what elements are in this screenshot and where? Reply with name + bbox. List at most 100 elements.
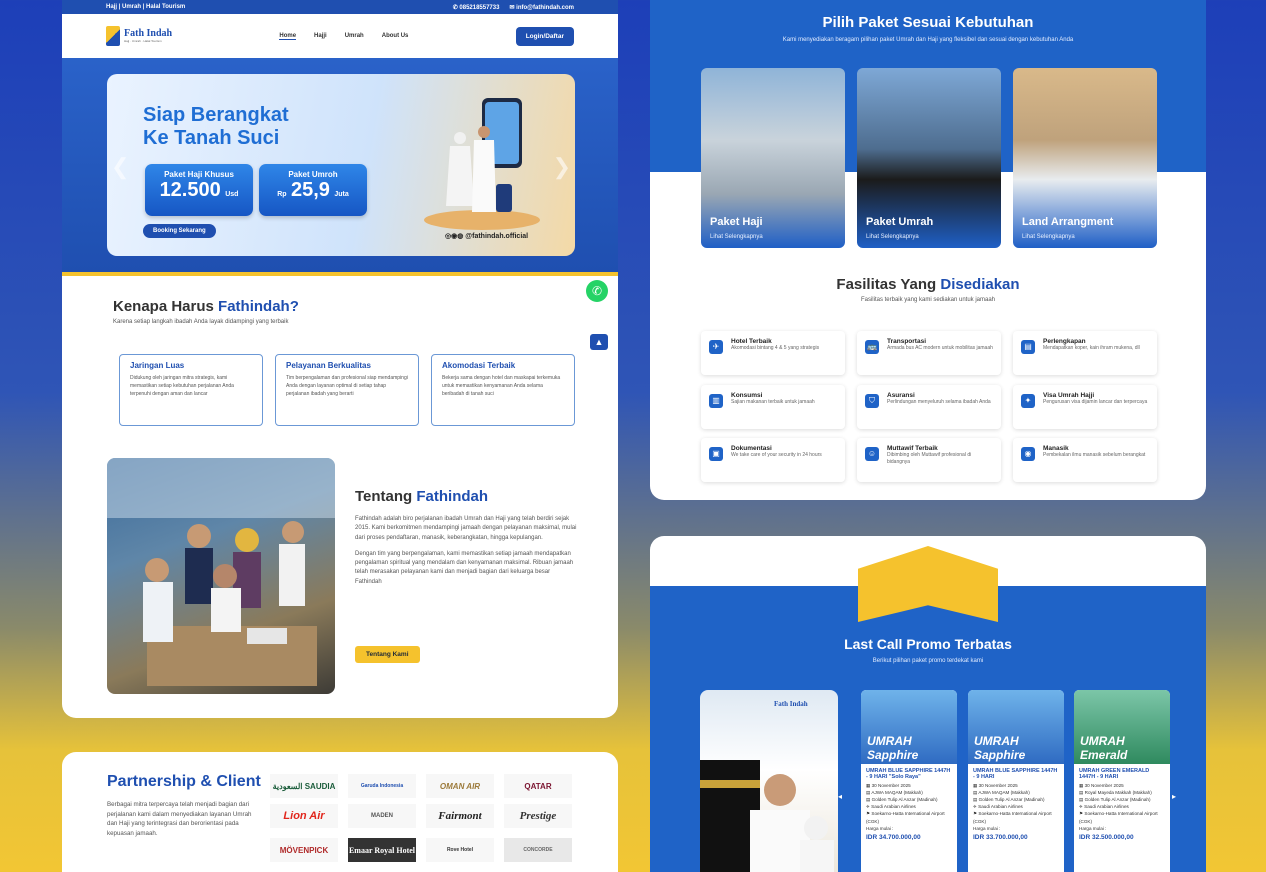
why-card: Akomodasi Terbaik Bekerja sama dengan ho… bbox=[431, 354, 575, 426]
umroh-package-value: 25,9 bbox=[291, 179, 330, 201]
pilgrims-illustration bbox=[424, 98, 540, 230]
haji-package-value: 12.500 bbox=[159, 179, 221, 201]
haji-package-title: Paket Haji Khusus bbox=[164, 170, 234, 179]
brand-tagline: Hajj · Umrah · Halal Tourism bbox=[124, 39, 162, 43]
luggage-icon: ▤ bbox=[1021, 340, 1035, 354]
topbar-email[interactable]: ✉ info@fathindah.com bbox=[509, 4, 574, 11]
shield-icon: ⛉ bbox=[865, 394, 879, 408]
hero-banner: Siap Berangkat Ke Tanah Suci Paket Haji K… bbox=[107, 74, 575, 256]
partner-logo: Rove Hotel bbox=[426, 838, 494, 862]
topbar-tagline: Hajj | Umrah | Halal Tourism bbox=[106, 4, 186, 10]
partner-title: Partnership & Client bbox=[107, 773, 261, 790]
plane-icon: ✈ bbox=[709, 340, 723, 354]
manasik-icon: ◉ bbox=[1021, 447, 1035, 461]
logo-mark-icon bbox=[106, 26, 120, 46]
promo-package-badge: UMRAH Emerald bbox=[1080, 734, 1128, 762]
nav-hajji[interactable]: Hajji bbox=[314, 33, 327, 40]
why-card-title: Akomodasi Terbaik bbox=[442, 361, 516, 370]
scroll-top-icon[interactable]: ▲ bbox=[590, 334, 608, 350]
hero-line-2: Ke Tanah Suci bbox=[143, 127, 280, 149]
haji-package-badge[interactable]: Paket Haji Khusus 12.500 Usd bbox=[145, 164, 253, 216]
visa-icon: ✦ bbox=[1021, 394, 1035, 408]
promo-package-price: IDR 33.700.000,00 bbox=[973, 833, 1028, 841]
packages-title: Pilih Paket Sesuai Kebutuhan bbox=[822, 14, 1034, 31]
login-button[interactable]: Login/Daftar bbox=[515, 26, 574, 46]
promo-package[interactable]: UMRAH Sapphire UMRAH BLUE SAPPHIRE 1447H… bbox=[861, 690, 957, 872]
promo-package-title: UMRAH BLUE SAPPHIRE 1447H - 9 HARI bbox=[973, 768, 1058, 780]
promo-package-title: UMRAH GREEN EMERALD 1447H - 9 HARI bbox=[1079, 768, 1150, 780]
umroh-package-badge[interactable]: Paket Umroh Rp 25,9 Juta bbox=[259, 164, 367, 216]
guide-icon: ☺ bbox=[865, 447, 879, 461]
partner-logo: Fairmont bbox=[426, 804, 494, 828]
about-paragraph-1: Fathindah adalah biro perjalanan ibadah … bbox=[355, 516, 577, 541]
nav-umrah[interactable]: Umrah bbox=[345, 33, 364, 40]
facility-item: ▥ Konsumsi Sajian makanan terbaik untuk ja… bbox=[701, 385, 845, 429]
promo-package[interactable]: UMRAH Sapphire UMRAH BLUE SAPPHIRE 1447H… bbox=[968, 690, 1064, 872]
promo-title: Last Call Promo Terbatas bbox=[844, 636, 1012, 652]
topbar-phone[interactable]: ✆ 085218557733 bbox=[453, 4, 500, 11]
why-card: Pelayanan Berkualitas Tim berpengalaman … bbox=[275, 354, 419, 426]
facility-item: ⛉ Asuransi Perlindungan menyeluruh selama … bbox=[857, 385, 1001, 429]
why-card-desc: Didukung oleh jaringan mitra strategis, … bbox=[130, 375, 234, 397]
promo-brand: Fath Indah bbox=[774, 700, 808, 708]
package-card[interactable]: Paket Haji Lihat Selengkapnya bbox=[701, 68, 845, 248]
why-card-title: Jaringan Luas bbox=[130, 361, 185, 370]
booking-button[interactable]: Booking Sekarang bbox=[143, 224, 216, 238]
promo-package-price: IDR 32.500.000,00 bbox=[1079, 833, 1134, 841]
carousel-next-icon[interactable]: ❯ bbox=[553, 154, 571, 180]
main-menu: Home Hajji Umrah About Us bbox=[279, 33, 408, 40]
partner-logo: Lion Air bbox=[270, 804, 338, 828]
package-card-title: Paket Haji bbox=[710, 216, 763, 228]
why-card-title: Pelayanan Berkualitas bbox=[286, 361, 371, 370]
why-subtitle: Karena setiap langkah ibadah Anda layak … bbox=[113, 319, 289, 325]
promo-header: Last Call Promo Terbatas Berikut pilihan… bbox=[650, 636, 1206, 664]
document-icon: ▣ bbox=[709, 447, 723, 461]
package-card-link[interactable]: Lihat Selengkapnya bbox=[866, 234, 919, 240]
promo-subtitle: Berikut pilihan paket promo terdekat kam… bbox=[872, 658, 984, 664]
promo-next-icon[interactable]: ▸ bbox=[1172, 792, 1176, 801]
why-card-desc: Tim berpengalaman dan profesional siap m… bbox=[286, 375, 408, 397]
package-card[interactable]: Paket Umrah Lihat Selengkapnya bbox=[857, 68, 1001, 248]
why-title: Kenapa Harus Fathindah? bbox=[113, 298, 299, 315]
promo-package-image: UMRAH Sapphire bbox=[861, 690, 957, 764]
package-card-link[interactable]: Lihat Selengkapnya bbox=[1022, 234, 1075, 240]
umroh-currency: Rp bbox=[277, 191, 287, 198]
partner-logo: Prestige bbox=[504, 804, 572, 828]
about-paragraph-2: Dengan tim yang berpengalaman, kami mema… bbox=[355, 550, 574, 585]
navbar: Fath Indah Hajj · Umrah · Halal Tourism H… bbox=[62, 14, 618, 58]
price-label: Harga mulai : bbox=[866, 825, 894, 831]
nav-about[interactable]: About Us bbox=[382, 33, 409, 40]
partner-card: Partnership & Client Berbagai mitra terp… bbox=[62, 752, 618, 872]
why-header: Kenapa Harus Fathindah? Karena setiap la… bbox=[113, 298, 299, 327]
social-handle[interactable]: ◎◉◍ @fathindah.official bbox=[445, 232, 528, 240]
top-info-bar: Hajj | Umrah | Halal Tourism ✆ 085218557… bbox=[62, 0, 618, 14]
about-button[interactable]: Tentang Kami bbox=[355, 646, 420, 663]
hero-heading: Siap Berangkat Ke Tanah Suci bbox=[143, 104, 289, 150]
partner-logo: QATAR bbox=[504, 774, 572, 798]
facility-item: ▣ Dokumentasi We take care of your securit… bbox=[701, 438, 845, 482]
promo-prev-icon[interactable]: ◂ bbox=[838, 792, 842, 801]
promo-package-badge: UMRAH Sapphire bbox=[974, 734, 1026, 762]
carousel-prev-icon[interactable]: ❮ bbox=[111, 154, 129, 180]
package-card-link[interactable]: Lihat Selengkapnya bbox=[710, 234, 763, 240]
nav-home[interactable]: Home bbox=[279, 33, 297, 40]
haji-package-unit: Usd bbox=[225, 191, 239, 198]
packages-header: Pilih Paket Sesuai Kebutuhan Kami menyed… bbox=[650, 14, 1206, 43]
social-handle-text: @fathindah.official bbox=[465, 233, 529, 240]
facilities-subtitle: Fasilitas terbaik yang kami sediakan unt… bbox=[860, 297, 996, 303]
package-card[interactable]: Land Arrangment Lihat Selengkapnya bbox=[1013, 68, 1157, 248]
why-card: Jaringan Luas Didukung oleh jaringan mit… bbox=[119, 354, 263, 426]
promo-package[interactable]: UMRAH Emerald UMRAH GREEN EMERALD 1447H … bbox=[1074, 690, 1170, 872]
facility-item: 🚌 Transportasi Armada bus AC modern untuk … bbox=[857, 331, 1001, 375]
partner-logo: MÖVENPICK bbox=[270, 838, 338, 862]
about-team-photo bbox=[107, 458, 335, 694]
facility-item: ▤ Perlengkapan Mendapatkan koper, kain ihr… bbox=[1013, 331, 1157, 375]
promo-package-badge: UMRAH Sapphire bbox=[867, 734, 919, 762]
promo-package-price: IDR 34.700.000,00 bbox=[866, 833, 921, 841]
brand-logo[interactable]: Fath Indah Hajj · Umrah · Halal Tourism bbox=[106, 26, 172, 46]
promo-hero-image: Fath Indah bbox=[700, 690, 838, 872]
packages-subtitle: Kami menyediakan beragam pilihan paket U… bbox=[782, 37, 1074, 43]
whatsapp-icon[interactable]: ✆ bbox=[586, 280, 608, 302]
price-label: Harga mulai : bbox=[973, 825, 1001, 831]
partner-logo: OMAN AIR bbox=[426, 774, 494, 798]
